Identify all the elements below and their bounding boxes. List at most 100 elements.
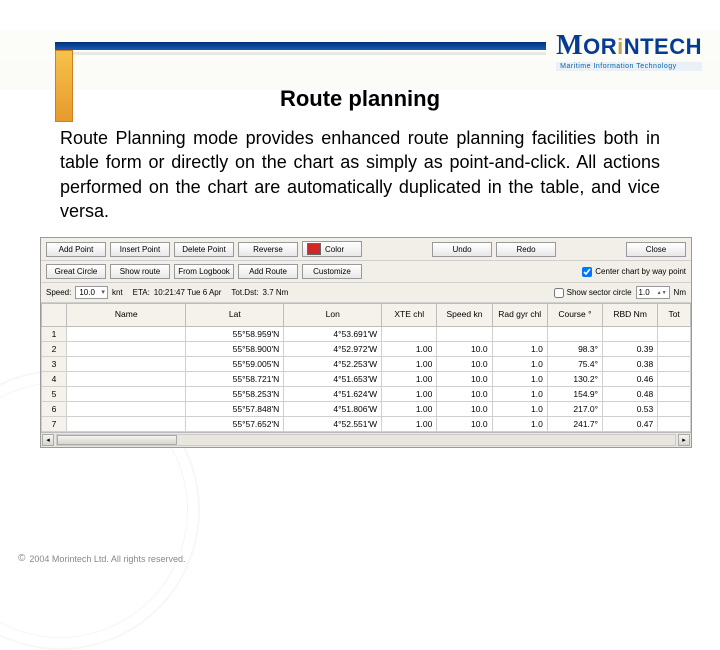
cell-tot[interactable] — [658, 401, 691, 416]
table-row[interactable]: 255°58.900'N4°52.972'W1.0010.01.098.3°0.… — [42, 341, 691, 356]
cell-lon[interactable]: 4°51.624'W — [284, 386, 382, 401]
table-row[interactable]: 355°59.005'N4°52.253'W1.0010.01.075.4°0.… — [42, 356, 691, 371]
undo-button[interactable]: Undo — [432, 242, 492, 257]
cell-xte[interactable]: 1.00 — [382, 341, 437, 356]
cell-tot[interactable] — [658, 341, 691, 356]
cell-rad[interactable]: 1.0 — [492, 371, 547, 386]
cell-xte[interactable]: 1.00 — [382, 356, 437, 371]
cell-course[interactable]: 217.0° — [547, 401, 602, 416]
cell-speed[interactable]: 10.0 — [437, 416, 492, 431]
cell-name[interactable] — [67, 326, 186, 341]
cell-rbd[interactable]: 0.48 — [603, 386, 658, 401]
cell-rbd[interactable]: 0.39 — [603, 341, 658, 356]
cell-lat[interactable]: 55°58.253'N — [186, 386, 284, 401]
cell-course[interactable] — [547, 326, 602, 341]
table-row[interactable]: 155°58.959'N4°53.691'W — [42, 326, 691, 341]
cell-name[interactable] — [67, 371, 186, 386]
col-lon[interactable]: Lon — [284, 304, 382, 326]
cell-speed[interactable]: 10.0 — [437, 386, 492, 401]
speed-select[interactable]: 10.0 — [75, 286, 108, 299]
reverse-button[interactable]: Reverse — [238, 242, 298, 257]
cell-speed[interactable]: 10.0 — [437, 356, 492, 371]
close-button[interactable]: Close — [626, 242, 686, 257]
cell-lon[interactable]: 4°51.806'W — [284, 401, 382, 416]
scroll-right-icon[interactable]: ▸ — [678, 434, 690, 446]
center-by-waypoint-checkbox[interactable]: Center chart by way point — [582, 267, 686, 277]
cell-rad[interactable]: 1.0 — [492, 341, 547, 356]
show-sector-checkbox[interactable]: Show sector circle — [554, 288, 632, 298]
col-xte[interactable]: XTE chl — [382, 304, 437, 326]
cell-lon[interactable]: 4°53.691'W — [284, 326, 382, 341]
cell-lon[interactable]: 4°52.253'W — [284, 356, 382, 371]
cell-xte[interactable]: 1.00 — [382, 401, 437, 416]
cell-xte[interactable] — [382, 326, 437, 341]
cell-name[interactable] — [67, 341, 186, 356]
cell-lat[interactable]: 55°57.848'N — [186, 401, 284, 416]
insert-point-button[interactable]: Insert Point — [110, 242, 170, 257]
cell-name[interactable] — [67, 416, 186, 431]
cell-lon[interactable]: 4°52.551'W — [284, 416, 382, 431]
customize-button[interactable]: Customize — [302, 264, 362, 279]
cell-course[interactable]: 130.2° — [547, 371, 602, 386]
cell-tot[interactable] — [658, 356, 691, 371]
sector-checkbox-input[interactable] — [554, 288, 564, 298]
center-checkbox-input[interactable] — [582, 267, 592, 277]
col-num[interactable] — [42, 304, 67, 326]
add-point-button[interactable]: Add Point — [46, 242, 106, 257]
cell-xte[interactable]: 1.00 — [382, 371, 437, 386]
cell-tot[interactable] — [658, 326, 691, 341]
cell-course[interactable]: 241.7° — [547, 416, 602, 431]
col-name[interactable]: Name — [67, 304, 186, 326]
cell-speed[interactable]: 10.0 — [437, 401, 492, 416]
horiz-scrollbar[interactable]: ◂ ▸ — [41, 432, 691, 447]
show-route-button[interactable]: Show route — [110, 264, 170, 279]
col-lat[interactable]: Lat — [186, 304, 284, 326]
scroll-track[interactable] — [56, 434, 676, 446]
cell-rad[interactable]: 1.0 — [492, 356, 547, 371]
cell-rbd[interactable]: 0.53 — [603, 401, 658, 416]
cell-rbd[interactable]: 0.47 — [603, 416, 658, 431]
scroll-left-icon[interactable]: ◂ — [42, 434, 54, 446]
cell-lat[interactable]: 55°59.005'N — [186, 356, 284, 371]
cell-tot[interactable] — [658, 386, 691, 401]
cell-rad[interactable]: 1.0 — [492, 401, 547, 416]
cell-lat[interactable]: 55°58.900'N — [186, 341, 284, 356]
cell-speed[interactable] — [437, 326, 492, 341]
table-row[interactable]: 755°57.652'N4°52.551'W1.0010.01.0241.7°0… — [42, 416, 691, 431]
cell-rbd[interactable] — [603, 326, 658, 341]
color-picker[interactable]: Color — [302, 241, 362, 257]
cell-course[interactable]: 98.3° — [547, 341, 602, 356]
col-tot[interactable]: Tot — [658, 304, 691, 326]
cell-rad[interactable] — [492, 326, 547, 341]
col-rad[interactable]: Rad gyr chl — [492, 304, 547, 326]
table-row[interactable]: 555°58.253'N4°51.624'W1.0010.01.0154.9°0… — [42, 386, 691, 401]
cell-lat[interactable]: 55°58.721'N — [186, 371, 284, 386]
sector-spinbox[interactable]: 1.0 ▲▼ — [636, 286, 670, 299]
from-logbook-button[interactable]: From Logbook — [174, 264, 234, 279]
delete-point-button[interactable]: Delete Point — [174, 242, 234, 257]
cell-rbd[interactable]: 0.46 — [603, 371, 658, 386]
table-row[interactable]: 655°57.848'N4°51.806'W1.0010.01.0217.0°0… — [42, 401, 691, 416]
cell-rbd[interactable]: 0.38 — [603, 356, 658, 371]
cell-xte[interactable]: 1.00 — [382, 386, 437, 401]
cell-name[interactable] — [67, 401, 186, 416]
cell-xte[interactable]: 1.00 — [382, 416, 437, 431]
scroll-thumb[interactable] — [57, 435, 177, 445]
col-course[interactable]: Course ° — [547, 304, 602, 326]
cell-lat[interactable]: 55°58.959'N — [186, 326, 284, 341]
cell-lat[interactable]: 55°57.652'N — [186, 416, 284, 431]
cell-course[interactable]: 154.9° — [547, 386, 602, 401]
cell-course[interactable]: 75.4° — [547, 356, 602, 371]
cell-rad[interactable]: 1.0 — [492, 386, 547, 401]
redo-button[interactable]: Redo — [496, 242, 556, 257]
great-circle-button[interactable]: Great Circle — [46, 264, 106, 279]
cell-speed[interactable]: 10.0 — [437, 371, 492, 386]
cell-lon[interactable]: 4°51.653'W — [284, 371, 382, 386]
cell-lon[interactable]: 4°52.972'W — [284, 341, 382, 356]
col-rbd[interactable]: RBD Nm — [603, 304, 658, 326]
table-row[interactable]: 455°58.721'N4°51.653'W1.0010.01.0130.2°0… — [42, 371, 691, 386]
cell-tot[interactable] — [658, 371, 691, 386]
cell-speed[interactable]: 10.0 — [437, 341, 492, 356]
cell-name[interactable] — [67, 356, 186, 371]
cell-name[interactable] — [67, 386, 186, 401]
